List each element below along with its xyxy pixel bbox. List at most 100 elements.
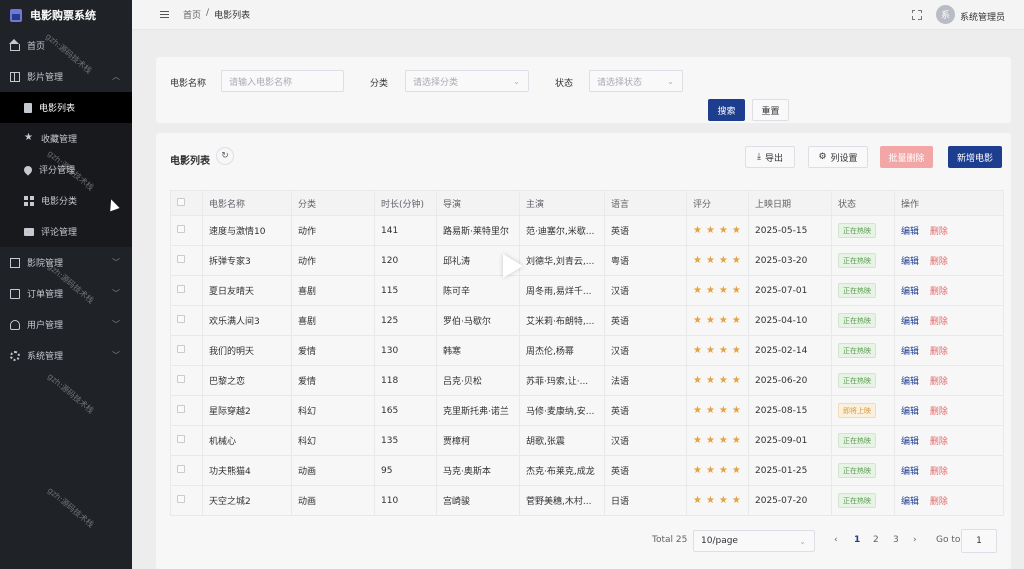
row-checkbox[interactable] bbox=[177, 345, 185, 353]
rating-stars-icon: ★★★★ bbox=[693, 465, 745, 476]
edit-button[interactable]: 编辑 bbox=[901, 287, 919, 297]
status-select[interactable]: 请选择状态 ⌄ bbox=[589, 70, 683, 92]
rating-stars-icon: ★★★★ bbox=[693, 495, 745, 506]
breadcrumb-home[interactable]: 首页 bbox=[183, 8, 201, 21]
edit-button[interactable]: 编辑 bbox=[901, 407, 919, 417]
page-button-1[interactable]: 1 bbox=[854, 535, 860, 545]
edit-button[interactable]: 编辑 bbox=[901, 317, 919, 327]
rating-stars-icon: ★★★★ bbox=[693, 225, 745, 236]
refresh-icon[interactable]: ↻ bbox=[216, 147, 234, 165]
username[interactable]: 系统管理员 bbox=[960, 10, 1005, 23]
row-select-cell[interactable] bbox=[170, 455, 203, 486]
user-icon bbox=[10, 319, 20, 330]
release-date: 2025-06-20 bbox=[748, 365, 832, 396]
movie-cast: 刘德华,刘青云,... bbox=[519, 245, 605, 276]
export-button[interactable]: ⤓ 导出 bbox=[745, 146, 795, 168]
row-checkbox[interactable] bbox=[177, 255, 185, 263]
sidebar-item-5[interactable]: 系统管理 ﹀ bbox=[0, 340, 132, 371]
row-select-cell[interactable] bbox=[170, 215, 203, 246]
chevron-up-icon: ︿ bbox=[112, 72, 120, 81]
sidebar-subitem-0[interactable]: 电影列表 bbox=[0, 92, 132, 123]
batch-delete-button[interactable]: 批量删除 bbox=[880, 146, 933, 168]
play-icon[interactable] bbox=[503, 254, 523, 278]
movie-name: 机械心 bbox=[202, 425, 292, 456]
page-button-3[interactable]: 3 bbox=[893, 535, 899, 545]
delete-button[interactable]: 删除 bbox=[930, 287, 948, 297]
edit-button[interactable]: 编辑 bbox=[901, 347, 919, 357]
sidebar-subitem-label: 评论管理 bbox=[41, 228, 78, 238]
row-checkbox[interactable] bbox=[177, 315, 185, 323]
chevron-down-icon: ⌄ bbox=[667, 76, 674, 86]
row-checkbox[interactable] bbox=[177, 405, 185, 413]
edit-button[interactable]: 编辑 bbox=[901, 467, 919, 477]
goto-page-input[interactable]: 1 bbox=[961, 529, 997, 553]
row-checkbox[interactable] bbox=[177, 435, 185, 443]
row-select-cell[interactable] bbox=[170, 305, 203, 336]
row-select-cell[interactable] bbox=[170, 395, 203, 426]
sidebar-item-1[interactable]: 影片管理 ︿ bbox=[0, 61, 132, 92]
menu-toggle-icon[interactable] bbox=[160, 11, 169, 18]
sidebar-subitem-4[interactable]: 评论管理 bbox=[0, 216, 132, 247]
edit-button[interactable]: 编辑 bbox=[901, 227, 919, 237]
row-checkbox[interactable] bbox=[177, 375, 185, 383]
prev-page-button[interactable]: ‹ bbox=[834, 535, 838, 545]
movie-cast: 周杰伦,杨幂 bbox=[519, 335, 605, 366]
status-cell: 正在热映 bbox=[831, 245, 895, 276]
search-button[interactable]: 搜索 bbox=[708, 99, 745, 121]
row-select-cell[interactable] bbox=[170, 335, 203, 366]
movie-duration: 115 bbox=[374, 275, 437, 306]
add-movie-button[interactable]: 新增电影 bbox=[948, 146, 1002, 168]
actions-cell: 编辑 删除 bbox=[894, 365, 1004, 396]
movie-duration: 120 bbox=[374, 245, 437, 276]
movie-category: 喜剧 bbox=[291, 275, 375, 306]
movie-name-input[interactable]: 请输入电影名称 bbox=[221, 70, 344, 92]
row-checkbox[interactable] bbox=[177, 225, 185, 233]
select-all-checkbox[interactable] bbox=[177, 197, 185, 206]
table-row: 机械心 科幻 135 贾樟柯 胡歌,张震 汉语 ★★★★ 2025-09-01 … bbox=[170, 425, 1004, 456]
movie-director: 路易斯·莱特里尔 bbox=[436, 215, 520, 246]
delete-button[interactable]: 删除 bbox=[930, 377, 948, 387]
next-page-button[interactable]: › bbox=[913, 535, 917, 545]
page-button-2[interactable]: 2 bbox=[873, 535, 879, 545]
avatar[interactable]: 系 bbox=[936, 5, 955, 24]
edit-button[interactable]: 编辑 bbox=[901, 377, 919, 387]
movie-rating: ★★★★ bbox=[686, 425, 749, 456]
sidebar-item-label: 影片管理 bbox=[27, 73, 64, 83]
row-select-cell[interactable] bbox=[170, 365, 203, 396]
row-select-cell[interactable] bbox=[170, 275, 203, 306]
row-select-cell[interactable] bbox=[170, 425, 203, 456]
row-select-cell[interactable] bbox=[170, 485, 203, 516]
delete-button[interactable]: 删除 bbox=[930, 437, 948, 447]
delete-button[interactable]: 删除 bbox=[930, 347, 948, 357]
movie-duration: 125 bbox=[374, 305, 437, 336]
status-badge: 正在热映 bbox=[838, 373, 876, 388]
sidebar-item-4[interactable]: 用户管理 ﹀ bbox=[0, 309, 132, 340]
movie-cast: 菅野美穗,木村... bbox=[519, 485, 605, 516]
delete-button[interactable]: 删除 bbox=[930, 497, 948, 507]
table-row: 我们的明天 爱情 130 韩寒 周杰伦,杨幂 汉语 ★★★★ 2025-02-1… bbox=[170, 335, 1004, 366]
delete-button[interactable]: 删除 bbox=[930, 467, 948, 477]
edit-button[interactable]: 编辑 bbox=[901, 497, 919, 507]
select-all-cell[interactable] bbox=[170, 190, 203, 216]
movie-cast: 胡歌,张震 bbox=[519, 425, 605, 456]
movie-rating: ★★★★ bbox=[686, 455, 749, 486]
sidebar-subitem-1[interactable]: 收藏管理 bbox=[0, 123, 132, 154]
row-select-cell[interactable] bbox=[170, 245, 203, 276]
row-checkbox[interactable] bbox=[177, 495, 185, 503]
row-checkbox[interactable] bbox=[177, 465, 185, 473]
delete-button[interactable]: 删除 bbox=[930, 227, 948, 237]
reset-button[interactable]: 重置 bbox=[752, 99, 789, 121]
sidebar-subitem-label: 收藏管理 bbox=[41, 135, 78, 145]
actions-cell: 编辑 删除 bbox=[894, 305, 1004, 336]
delete-button[interactable]: 删除 bbox=[930, 407, 948, 417]
column-settings-button[interactable]: ⚙ 列设置 bbox=[808, 146, 868, 168]
fullscreen-icon[interactable] bbox=[911, 9, 922, 20]
category-select[interactable]: 请选择分类 ⌄ bbox=[405, 70, 529, 92]
edit-button[interactable]: 编辑 bbox=[901, 257, 919, 267]
edit-button[interactable]: 编辑 bbox=[901, 437, 919, 447]
column-header: 状态 bbox=[831, 190, 895, 216]
delete-button[interactable]: 删除 bbox=[930, 257, 948, 267]
delete-button[interactable]: 删除 bbox=[930, 317, 948, 327]
page-size-select[interactable]: 10/page ⌄ bbox=[693, 530, 815, 552]
row-checkbox[interactable] bbox=[177, 285, 185, 293]
